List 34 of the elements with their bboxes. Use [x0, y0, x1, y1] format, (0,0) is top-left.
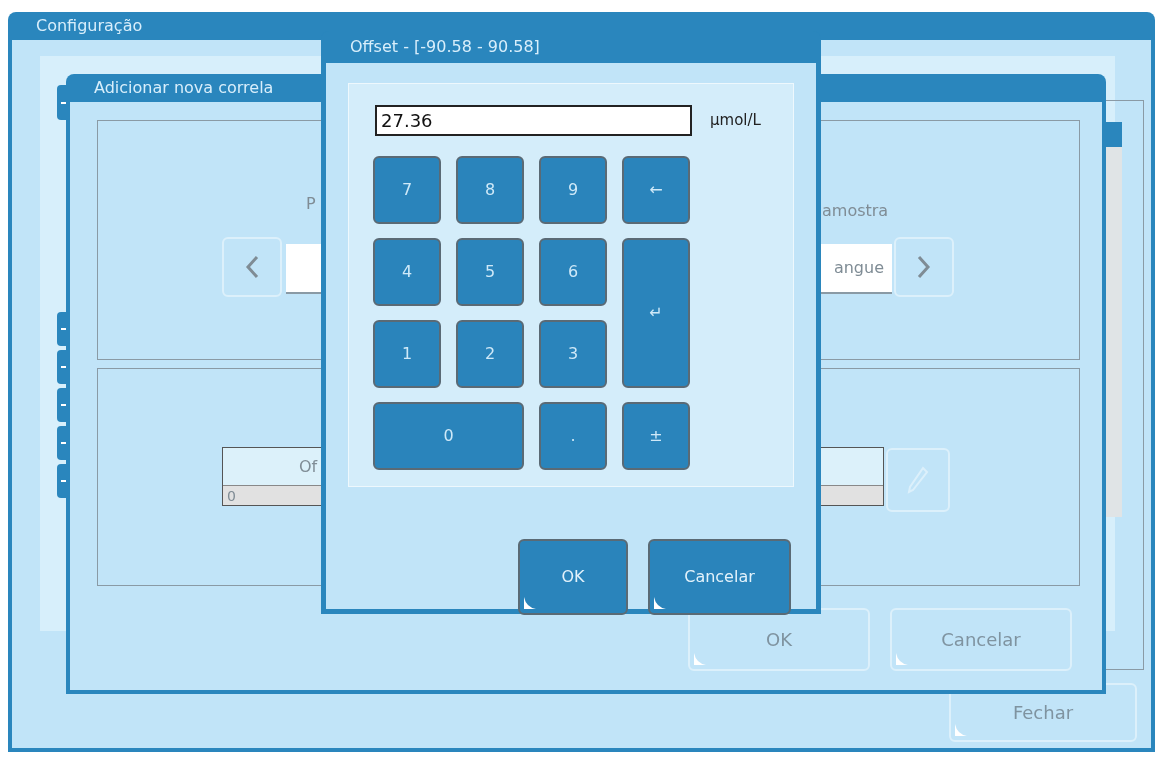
keypad-key[interactable]: 2: [456, 320, 524, 388]
keypad-key[interactable]: ±: [622, 402, 690, 470]
unit-label: µmol/L: [710, 110, 761, 132]
chevron-right-icon: [917, 255, 931, 279]
pencil-icon: [907, 466, 929, 494]
dialog-title: Adicionar nova correla: [93, 77, 275, 99]
keypad-key[interactable]: 7: [373, 156, 441, 224]
corner-mark-icon: [654, 597, 666, 609]
chevron-left-icon: [245, 255, 259, 279]
keypad-key[interactable]: 5: [456, 238, 524, 306]
dialog-button[interactable]: OK: [518, 539, 628, 615]
keypad-key[interactable]: ↵: [622, 238, 690, 388]
keypad-key[interactable]: 8: [456, 156, 524, 224]
previous-button[interactable]: [222, 237, 282, 297]
window-title: Configuração: [35, 15, 144, 37]
dialog-title: Offset - [-90.58 - 90.58]: [349, 36, 541, 58]
field-label: P: [306, 193, 316, 215]
corner-mark-icon: [694, 653, 706, 665]
keypad-key[interactable]: 1: [373, 320, 441, 388]
keypad-key[interactable]: .: [539, 402, 607, 470]
value-field[interactable]: 27.36: [375, 105, 692, 136]
keypad-key[interactable]: 6: [539, 238, 607, 306]
corner-mark-icon: [524, 597, 536, 609]
corner-mark-icon: [896, 653, 908, 665]
keypad-key[interactable]: 4: [373, 238, 441, 306]
keypad-key[interactable]: 3: [539, 320, 607, 388]
dialog-button[interactable]: Cancelar: [648, 539, 791, 615]
keypad-key[interactable]: 9: [539, 156, 607, 224]
keypad-key[interactable]: ←: [622, 156, 690, 224]
keypad-key[interactable]: 0: [373, 402, 524, 470]
dialog-button[interactable]: Cancelar: [890, 608, 1072, 671]
field-label: amostra: [822, 200, 889, 222]
next-button[interactable]: [894, 237, 954, 297]
corner-mark-icon: [955, 724, 967, 736]
